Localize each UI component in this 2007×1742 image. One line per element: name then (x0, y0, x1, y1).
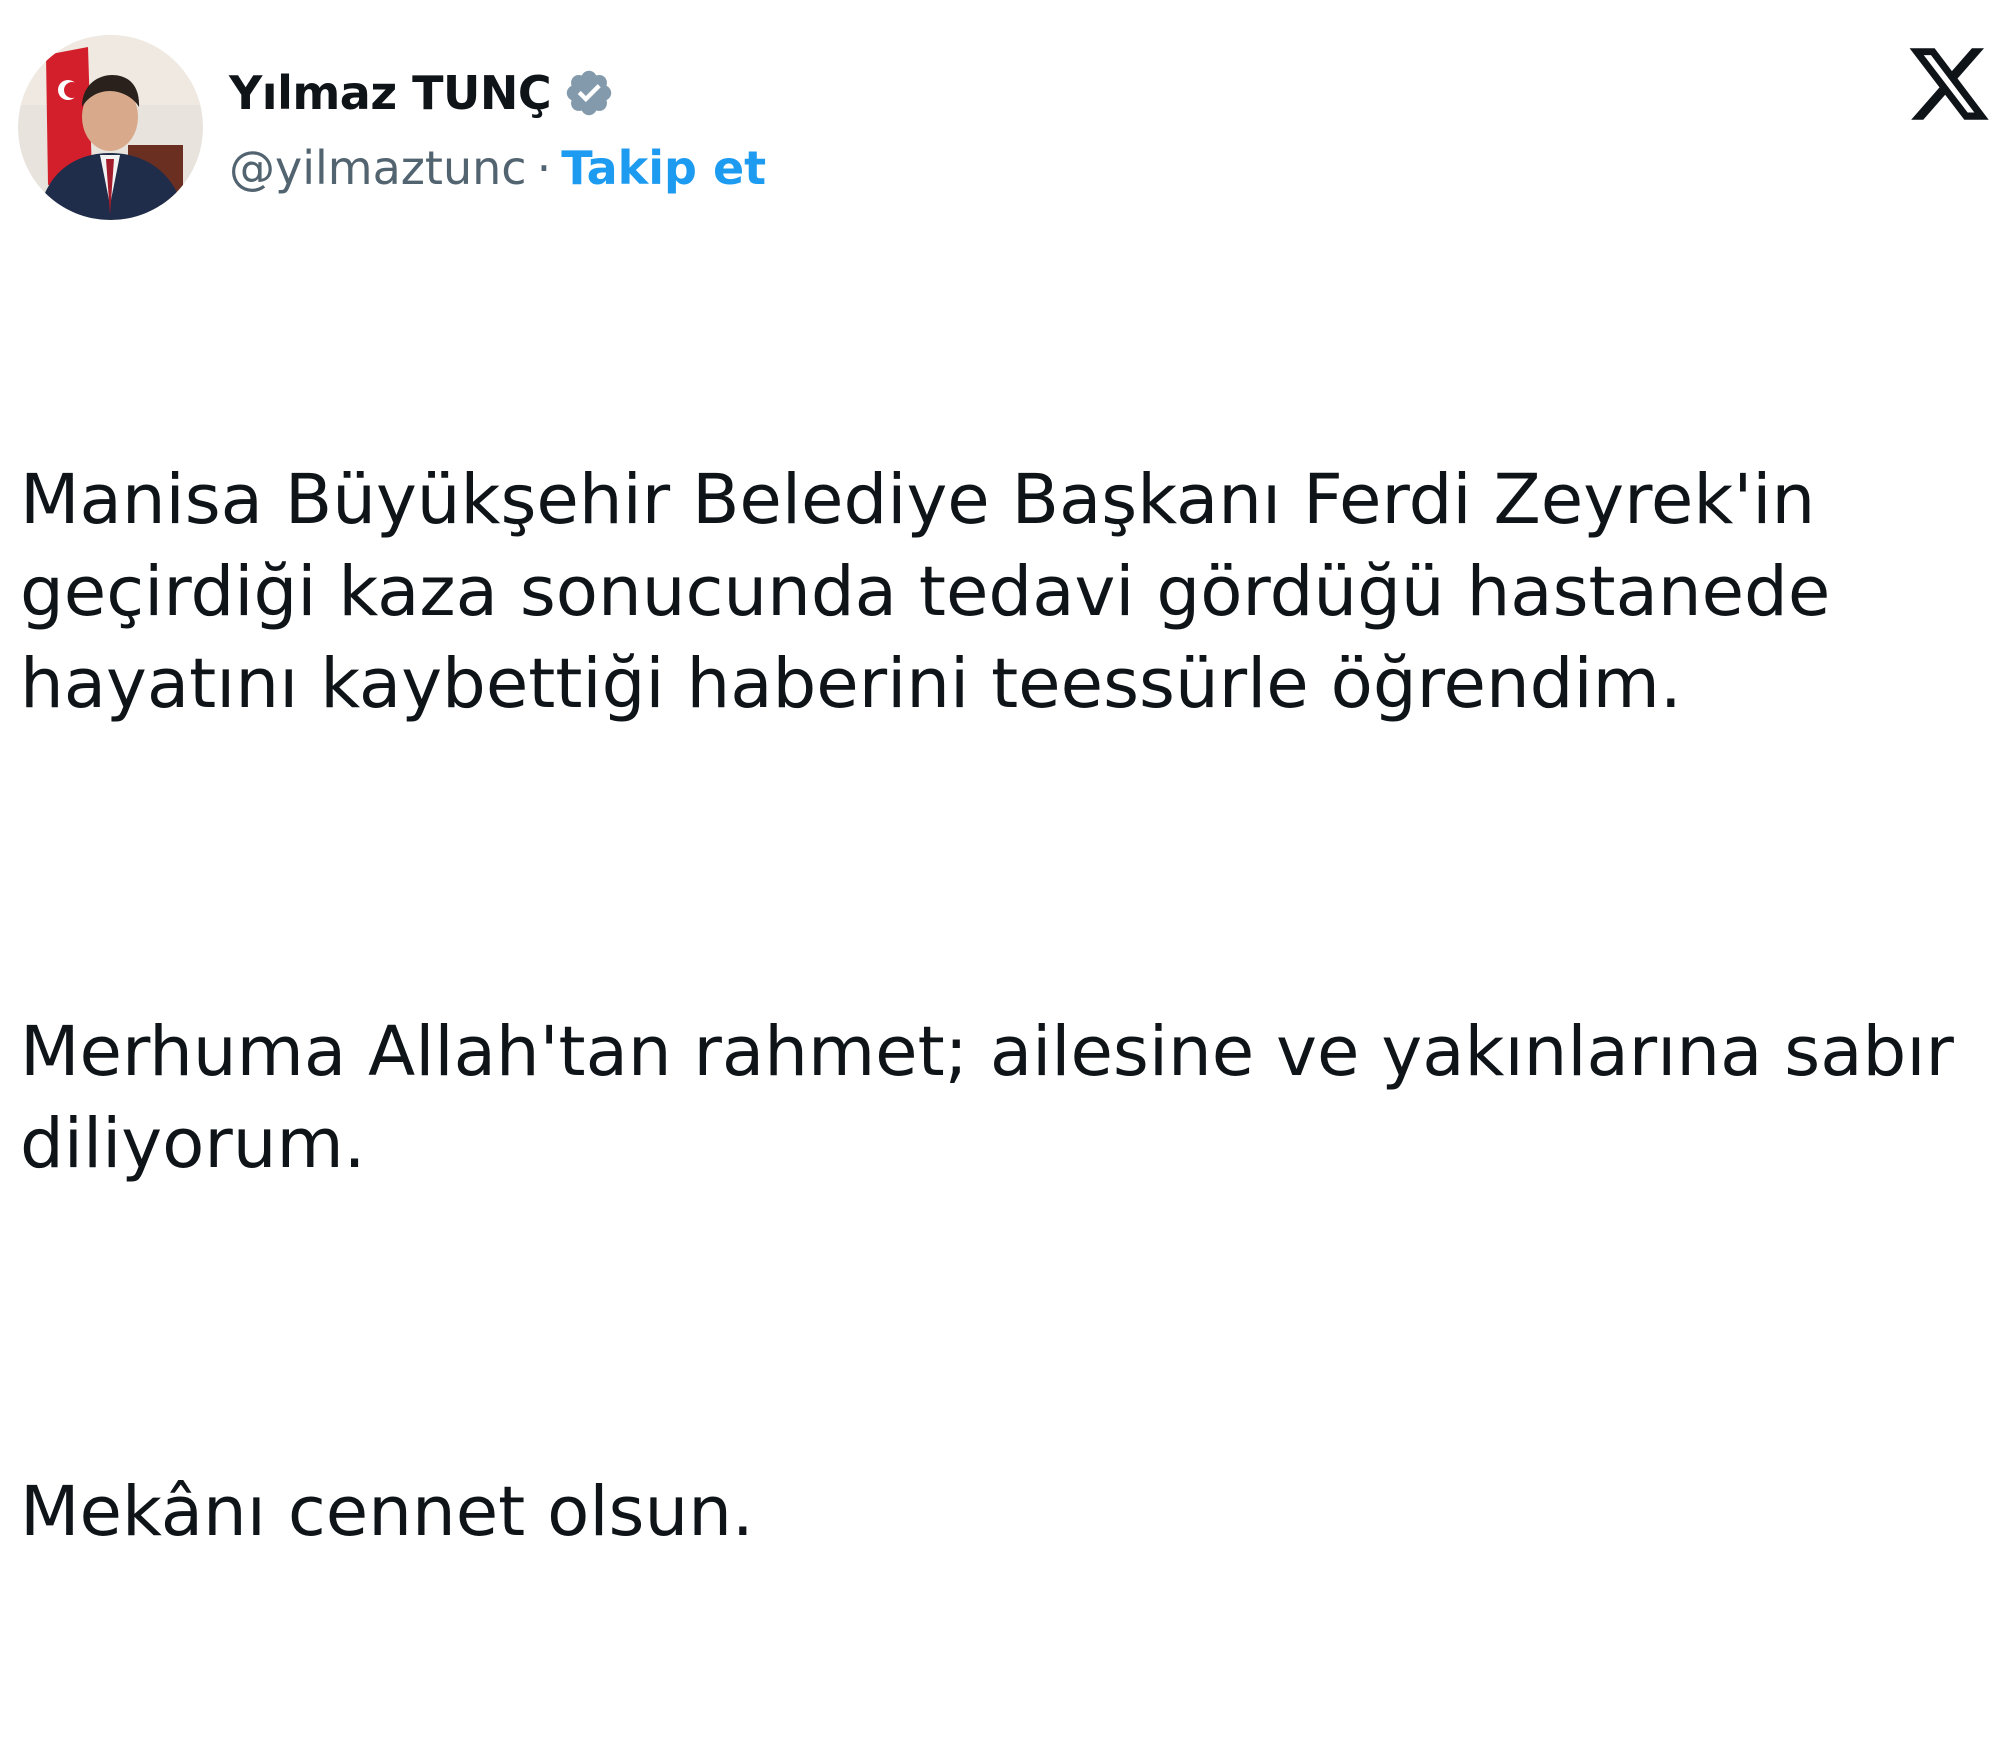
tweet-header: Yılmaz TUNÇ @yilmaztunc · Takip et (18, 35, 766, 220)
verified-badge-icon (563, 67, 615, 119)
tweet-text: Manisa Büyükşehir Belediye Başkanı Ferdi… (20, 270, 1980, 1742)
separator-dot: · (536, 140, 552, 195)
handle-row: @yilmaztunc · Takip et (229, 133, 766, 203)
author-identity: Yılmaz TUNÇ @yilmaztunc · Takip et (229, 53, 766, 203)
author-handle[interactable]: @yilmaztunc (229, 141, 527, 195)
tweet-paragraph: Merhuma Allah'tan rahmet; ailesine ve ya… (20, 1012, 1976, 1184)
author-display-name[interactable]: Yılmaz TUNÇ (229, 66, 552, 120)
x-logo-icon[interactable] (1905, 40, 1993, 128)
tweet-paragraph: Manisa Büyükşehir Belediye Başkanı Ferdi… (20, 460, 1853, 724)
tweet-paragraph: Mekânı cennet olsun. (20, 1472, 754, 1552)
avatar-image (18, 35, 203, 220)
name-row: Yılmaz TUNÇ (229, 53, 766, 133)
tweet-card: Yılmaz TUNÇ @yilmaztunc · Takip et Manis… (0, 0, 2007, 1552)
avatar[interactable] (18, 35, 203, 220)
follow-button[interactable]: Takip et (561, 141, 766, 195)
